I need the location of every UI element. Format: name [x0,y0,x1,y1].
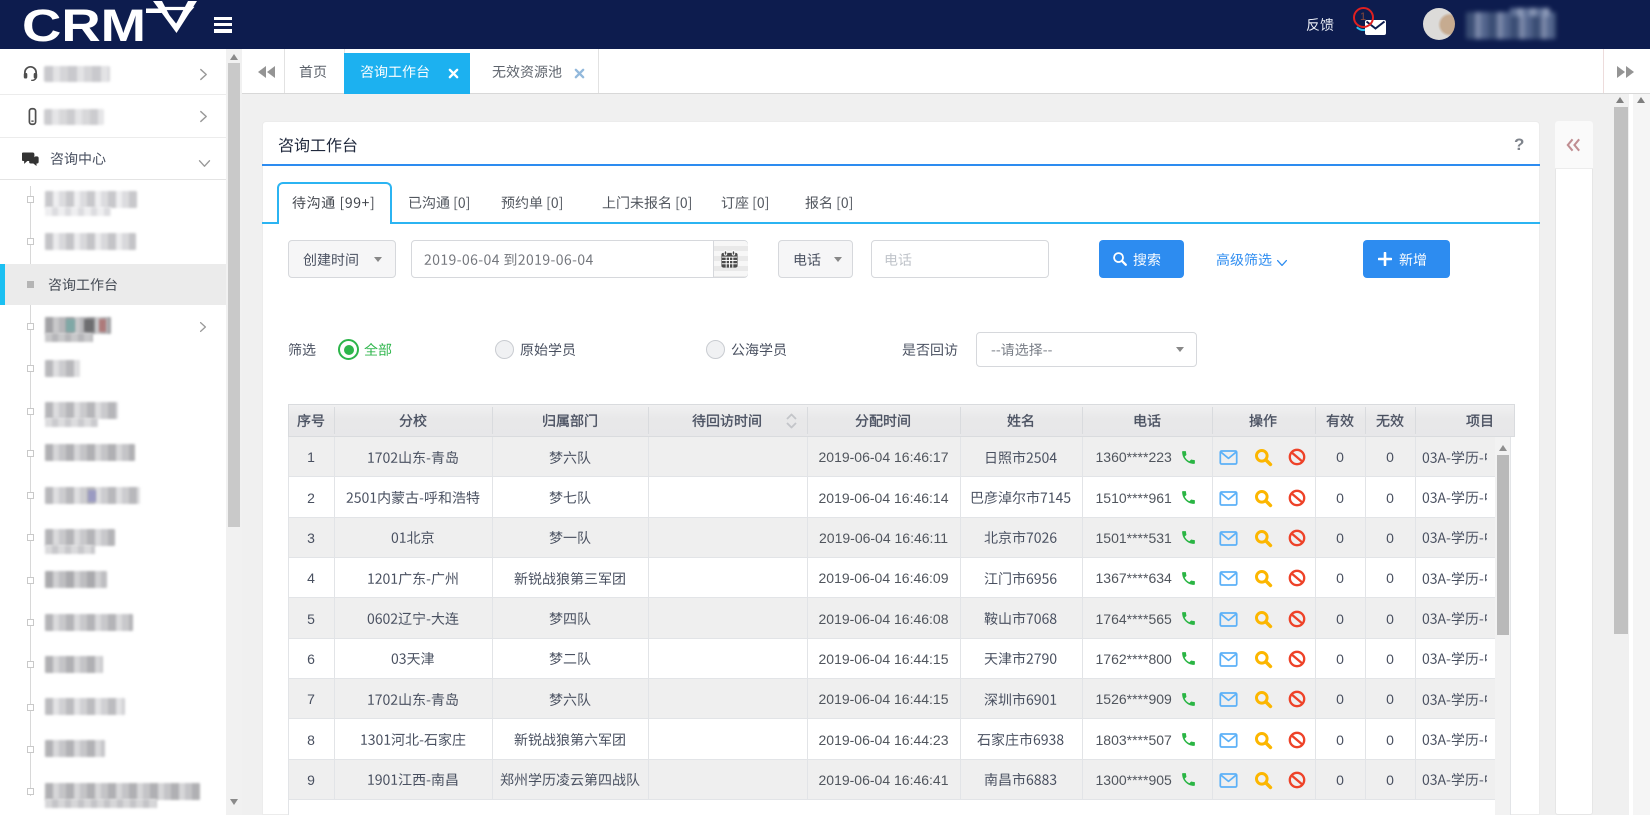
svg-text:CRM: CRM [22,0,146,49]
